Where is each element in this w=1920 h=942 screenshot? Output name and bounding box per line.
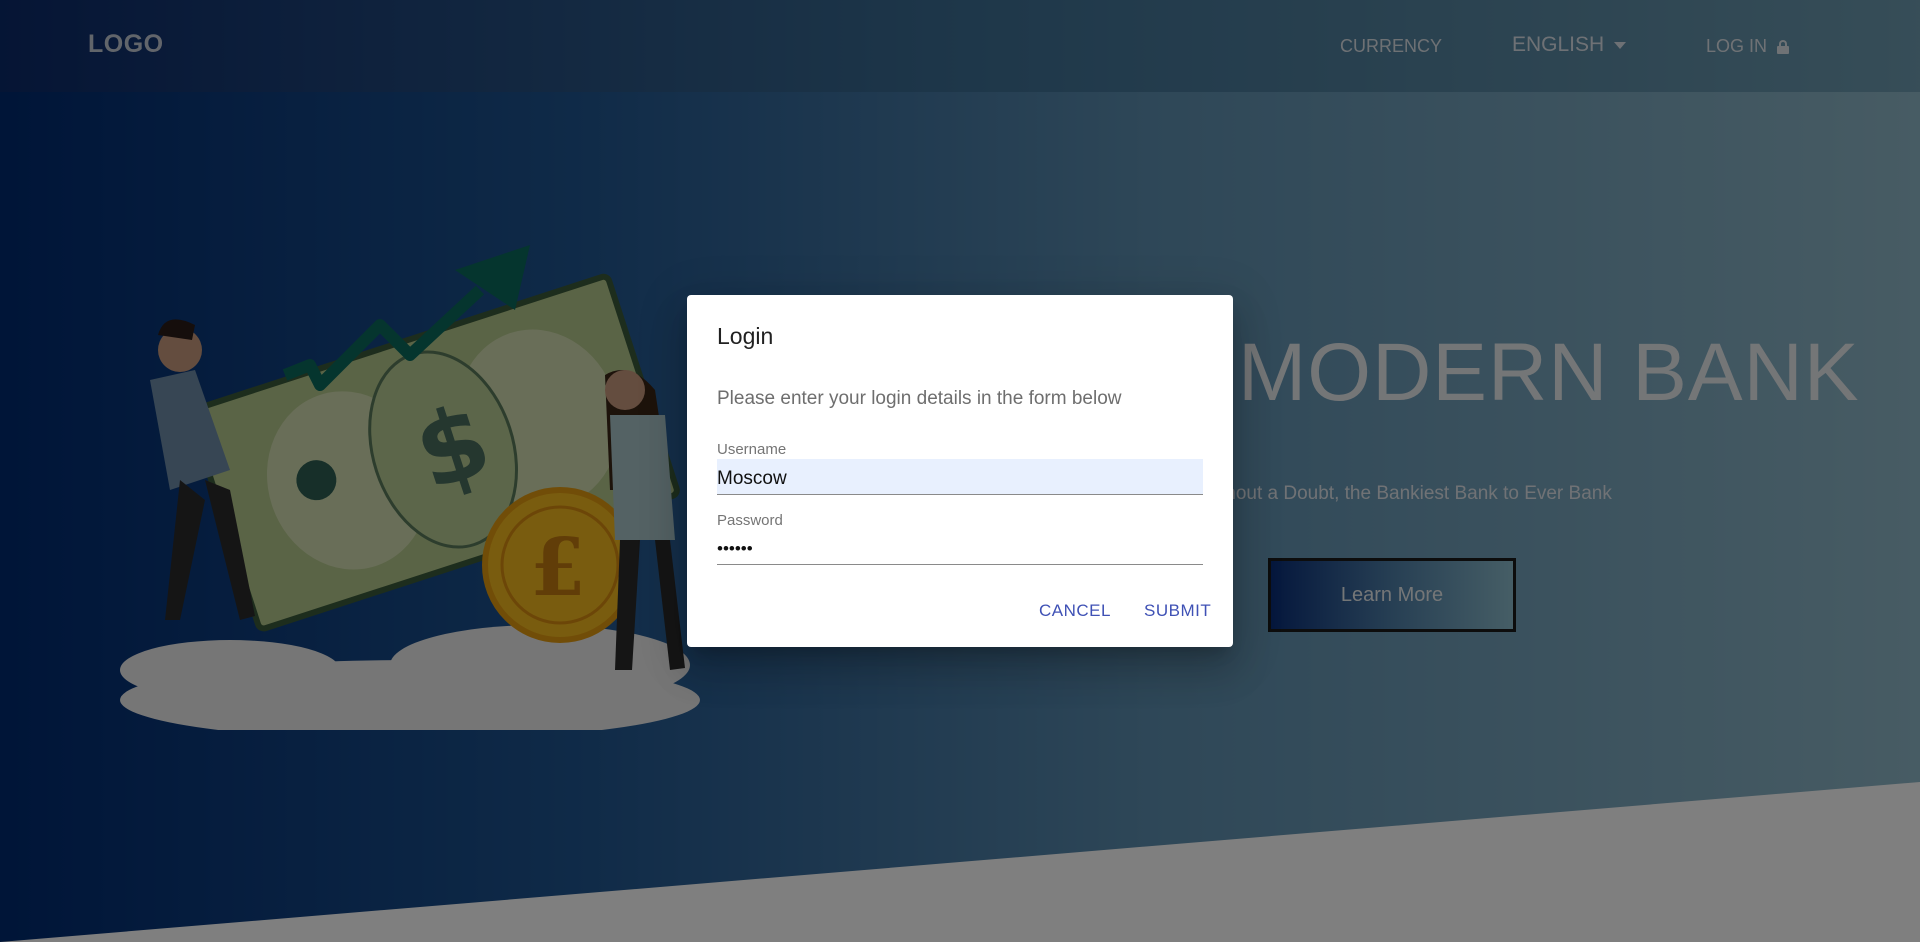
username-label: Username xyxy=(717,441,787,458)
submit-button[interactable]: SUBMIT xyxy=(1144,601,1211,621)
password-label: Password xyxy=(717,512,783,529)
cancel-button[interactable]: CANCEL xyxy=(1039,601,1111,621)
dialog-description: Please enter your login details in the f… xyxy=(717,388,1122,409)
login-dialog: Login Please enter your login details in… xyxy=(687,295,1233,647)
password-input[interactable] xyxy=(717,529,1203,565)
dialog-title: Login xyxy=(717,323,774,349)
username-input[interactable] xyxy=(717,459,1203,495)
